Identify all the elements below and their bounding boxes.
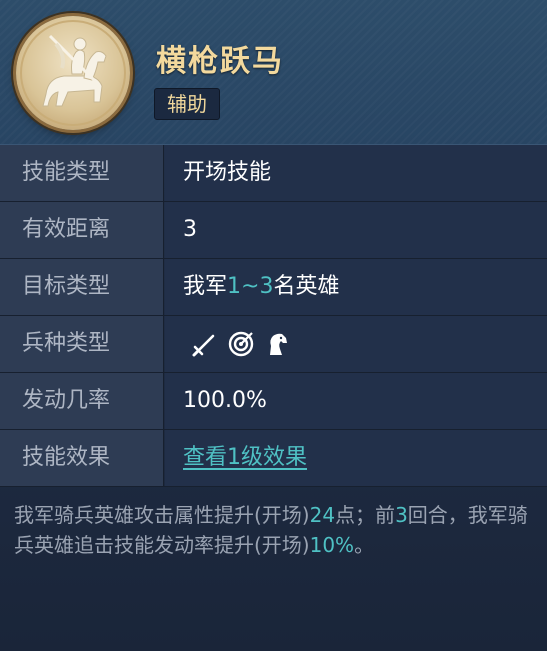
skill-tag-badge: 辅助 (154, 88, 220, 120)
target-count: 1~3 (227, 274, 274, 299)
row-value: 开场技能 (165, 145, 547, 201)
row-target-type: 目标类型 我军1~3名英雄 (0, 259, 547, 316)
row-value: 100.0% (165, 373, 547, 429)
desc-text: 。 (354, 533, 375, 557)
target-prefix: 我军 (183, 274, 228, 299)
desc-number: 3 (395, 503, 408, 527)
view-level-effect-link[interactable]: 查看1级效果 (183, 445, 307, 470)
skill-header: 横枪跃马 辅助 (0, 0, 547, 145)
desc-number: 10% (309, 533, 355, 557)
row-skill-effect: 技能效果 查看1级效果 (0, 430, 547, 487)
sword-icon (192, 334, 215, 357)
skill-name: 横枪跃马 (156, 44, 284, 79)
row-skill-type: 技能类型 开场技能 (0, 145, 547, 202)
row-troop-type: 兵种类型 (0, 316, 547, 373)
row-value: 3 (165, 202, 547, 258)
row-label: 兵种类型 (0, 316, 164, 372)
row-label: 目标类型 (0, 259, 164, 315)
row-label: 技能类型 (0, 145, 164, 201)
row-value: 查看1级效果 (165, 430, 547, 486)
skill-attributes-table: 技能类型 开场技能 有效距离 3 目标类型 我军1~3名英雄 兵种类型 发动几率… (0, 145, 547, 487)
bow-target-icon (228, 331, 254, 357)
desc-text: 点；前 (335, 503, 396, 527)
row-label: 发动几率 (0, 373, 164, 429)
desc-number: 24 (309, 503, 336, 527)
horse-head-icon (270, 333, 287, 355)
skill-description: 我军骑兵英雄攻击属性提升(开场)24点；前3回合，我军骑兵英雄追击技能发动率提升… (14, 500, 534, 560)
row-label: 有效距离 (0, 202, 164, 258)
row-value (165, 316, 547, 372)
row-trigger-rate: 发动几率 100.0% (0, 373, 547, 430)
skill-card: 横枪跃马 辅助 技能类型 开场技能 有效距离 3 目标类型 我军1~3名英雄 兵… (0, 0, 547, 651)
skill-portrait-cavalry-icon (16, 16, 130, 130)
row-value: 我军1~3名英雄 (165, 259, 547, 315)
desc-text: 我军骑兵英雄攻击属性提升(开场) (14, 503, 310, 527)
row-label: 技能效果 (0, 430, 164, 486)
target-suffix: 名英雄 (273, 274, 340, 299)
row-effective-range: 有效距离 3 (0, 202, 547, 259)
